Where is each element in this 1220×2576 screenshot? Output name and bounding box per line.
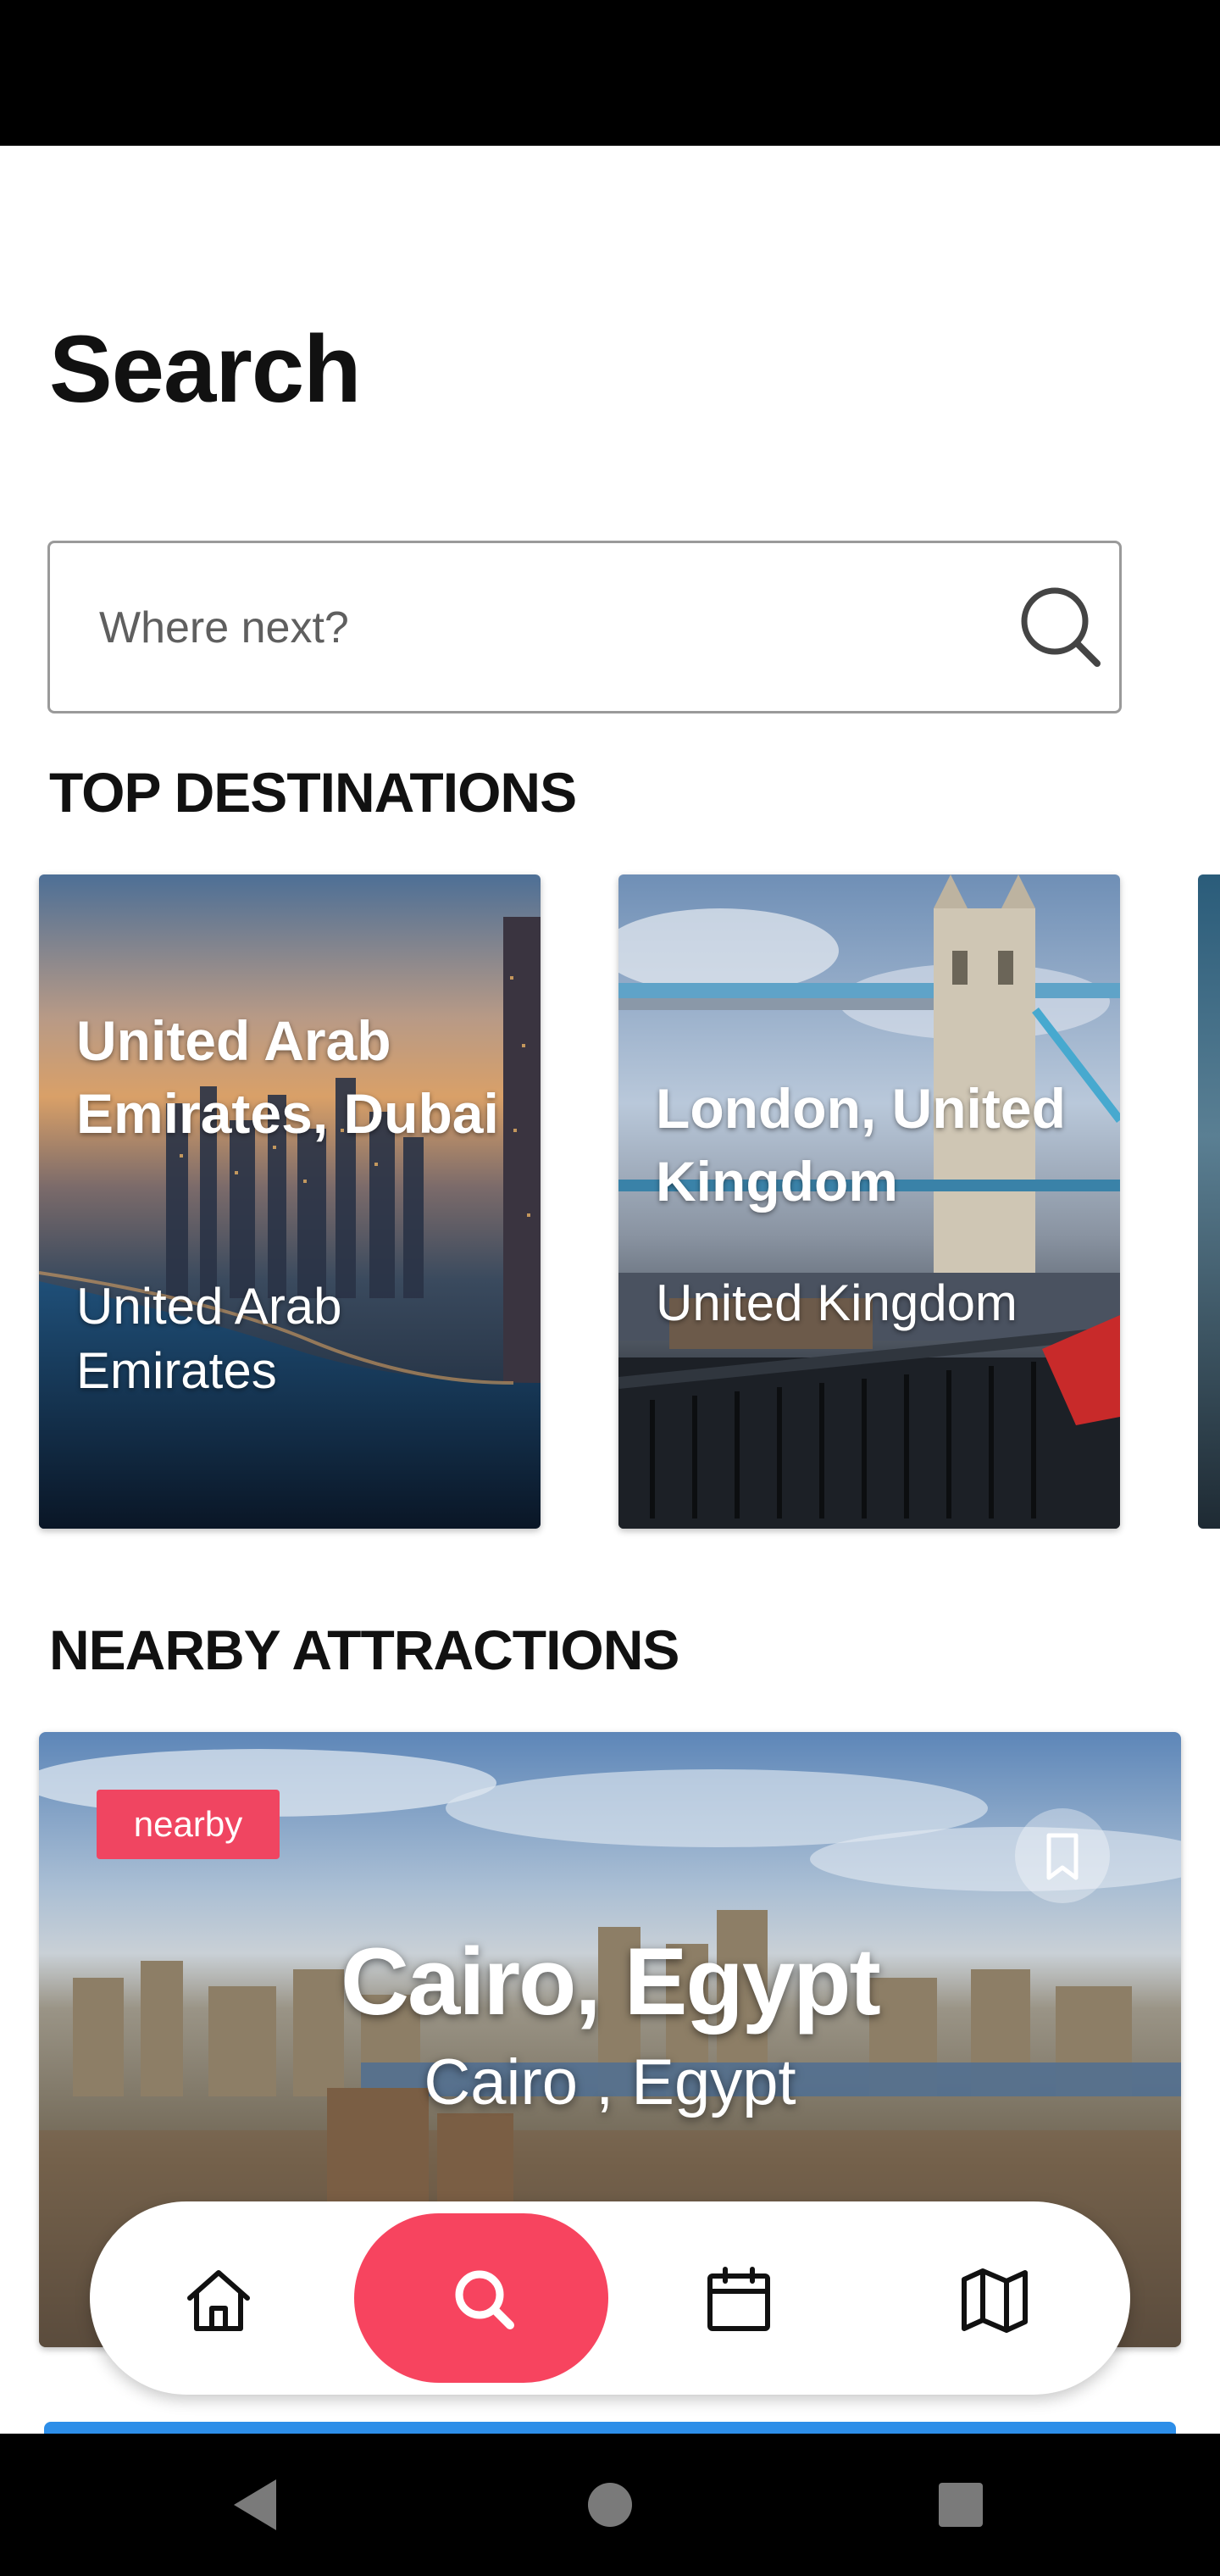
- destination-card-dubai[interactable]: United Arab Emirates, Dubai United Arab …: [39, 874, 541, 1529]
- bottom-navigation: [90, 2201, 1130, 2395]
- dubai-image: [39, 874, 541, 1529]
- destination-country: United Arab Emirates: [76, 1278, 342, 1400]
- top-destinations-heading: TOP DESTINATIONS: [49, 761, 577, 824]
- destination-card-next[interactable]: [1198, 874, 1220, 1529]
- page-title: Search: [49, 316, 362, 422]
- nav-map[interactable]: [866, 2213, 1120, 2383]
- search-icon[interactable]: [1016, 582, 1104, 670]
- destination-card-london[interactable]: London, United Kingdom United Kingdom: [618, 874, 1120, 1529]
- search-input[interactable]: [97, 543, 1016, 713]
- nearby-attractions-heading: NEARBY ATTRACTIONS: [49, 1618, 679, 1681]
- home-icon: [187, 2270, 250, 2331]
- map-icon: [962, 2268, 1028, 2333]
- nearby-badge: nearby: [97, 1790, 280, 1859]
- attraction-subtitle: Cairo , Egypt: [424, 2046, 796, 2118]
- search-box[interactable]: [47, 541, 1122, 713]
- system-navigation-bar: [0, 2434, 1220, 2576]
- destination-title: United Arab Emirates, Dubai: [76, 1009, 499, 1145]
- calendar-icon: [707, 2267, 770, 2331]
- bookmark-icon: [1046, 1833, 1079, 1880]
- destination-country: United Kingdom: [656, 1274, 1018, 1331]
- nav-search[interactable]: [354, 2213, 608, 2383]
- search-screen: Search TOP DESTINATIONS: [0, 0, 1220, 2576]
- attraction-title: Cairo, Egypt: [341, 1929, 881, 2035]
- nav-calendar[interactable]: [610, 2213, 864, 2383]
- bookmark-button[interactable]: [1015, 1808, 1110, 1903]
- status-bar: [0, 0, 1220, 146]
- nav-home[interactable]: [90, 2213, 344, 2383]
- destination-title: London, United Kingdom: [656, 1077, 1066, 1213]
- search-icon: [455, 2270, 514, 2329]
- recents-icon[interactable]: [923, 2468, 998, 2542]
- back-icon[interactable]: [217, 2468, 291, 2542]
- home-button-icon[interactable]: [573, 2468, 647, 2542]
